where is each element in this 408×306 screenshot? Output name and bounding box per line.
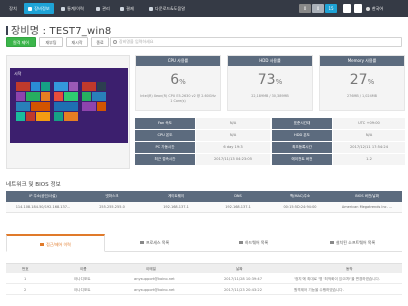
windows8-start-screen: 시작 (10, 68, 128, 143)
app-tile (16, 102, 30, 111)
app-tile (54, 82, 68, 91)
nav-statistics[interactable]: 통계/이력 (56, 3, 89, 14)
app-tile (54, 92, 63, 101)
app-tile (97, 82, 106, 91)
nav-management[interactable]: 관리 (92, 3, 114, 14)
card-icon (120, 6, 125, 11)
hardware-icon (238, 241, 243, 244)
language-selector[interactable]: 한국어 (366, 4, 383, 13)
app-tile (16, 92, 25, 101)
reboot-button[interactable]: 재부팅 (39, 37, 63, 47)
history-row[interactable]: 1 아나디포트 anysupport@koino.net 2017/11/28 … (6, 274, 402, 284)
nav-download-help[interactable]: 다운로드&도움말 (142, 3, 192, 14)
app-tile (41, 92, 50, 101)
software-icon (329, 241, 334, 244)
app-tile (31, 82, 40, 91)
history-icon (40, 243, 45, 246)
app-tile (92, 92, 106, 101)
top-navigation-bar: 장치 장비정보 통계/이력 관리 결제 다운로드&도움말 0 0 15 한국어 (0, 0, 408, 17)
doc-icon[interactable] (343, 4, 351, 13)
app-tile (41, 82, 50, 91)
globe-icon (366, 6, 370, 11)
app-tile (64, 112, 78, 121)
app-tile (54, 102, 78, 111)
search-icon (113, 40, 117, 44)
nav-devices[interactable]: 장치 (4, 3, 22, 14)
tab-access-history[interactable]: 접근/제어 이력 (6, 234, 105, 252)
app-tile (16, 82, 30, 91)
process-icon (139, 241, 144, 244)
app-tile (69, 82, 78, 91)
tab-hardware-list[interactable]: 하드웨어 목록 (204, 234, 303, 252)
app-tile (26, 112, 35, 121)
count-badge-standby[interactable]: 0 (312, 4, 324, 13)
count-badge-offline[interactable]: 0 (299, 4, 311, 13)
chart-icon (61, 6, 66, 11)
app-tile (54, 112, 63, 121)
history-row[interactable]: 2 아나디포트 anysupport@koino.net 2017/11/23 … (6, 285, 402, 295)
download-icon (148, 6, 153, 11)
device-search-input[interactable]: 장비명을 입력하세요 (110, 37, 402, 47)
app-tile (82, 102, 96, 111)
network-table-row: 114.108.184.50/192.168.137... 255.255.25… (6, 202, 402, 213)
gear-icon[interactable] (354, 4, 362, 13)
remote-control-button[interactable]: 원격 제어 (6, 37, 36, 47)
restart-button[interactable]: 재시작 (66, 37, 88, 47)
app-tile (82, 82, 96, 91)
app-tile (36, 112, 50, 121)
app-tile (26, 92, 40, 101)
app-tile (64, 92, 78, 101)
shutdown-button[interactable]: 종료 (91, 37, 109, 47)
monitor-icon (28, 6, 33, 11)
app-tile (97, 102, 106, 111)
history-table-header: 번호 이름 이메일 날짜 동작 (6, 263, 402, 273)
network-table-header: IP 주소(공인/사설) 넷마스크 게이트웨이 DNS 맥(MAC)주소 BIO… (6, 191, 402, 202)
page-title: 장비명 : TEST7_win8 (6, 22, 111, 37)
gear-icon (96, 6, 101, 11)
memory-usage-card: Memory 사용률 27% 276MB / 1,024MB (319, 55, 405, 111)
tab-software-list[interactable]: 설치된 소프트웨어 목록 (303, 234, 402, 252)
hdd-usage-card: HDD 사용률 73% 22,189MB / 30,389MB (227, 55, 313, 111)
nav-device-info[interactable]: 장비정보 (24, 3, 54, 14)
app-tile (31, 102, 50, 111)
detail-tabs: 접근/제어 이력 프로세스 목록 하드웨어 목록 설치된 소프트웨어 목록 (6, 234, 402, 252)
cpu-usage-card: CPU 사용률 6% Intel(R) Xeon(R) CPU E5-2630 … (135, 55, 221, 111)
network-section-title: 네트워크 및 BIOS 정보 (6, 182, 61, 188)
count-badge-online[interactable]: 15 (325, 4, 337, 13)
app-tile (16, 112, 25, 121)
tab-process-list[interactable]: 프로세스 목록 (105, 234, 204, 252)
nav-payment[interactable]: 결제 (116, 3, 138, 14)
title-accent-bar (6, 26, 8, 35)
device-screen-preview[interactable]: 시작 (6, 55, 130, 169)
app-tile (82, 92, 91, 101)
